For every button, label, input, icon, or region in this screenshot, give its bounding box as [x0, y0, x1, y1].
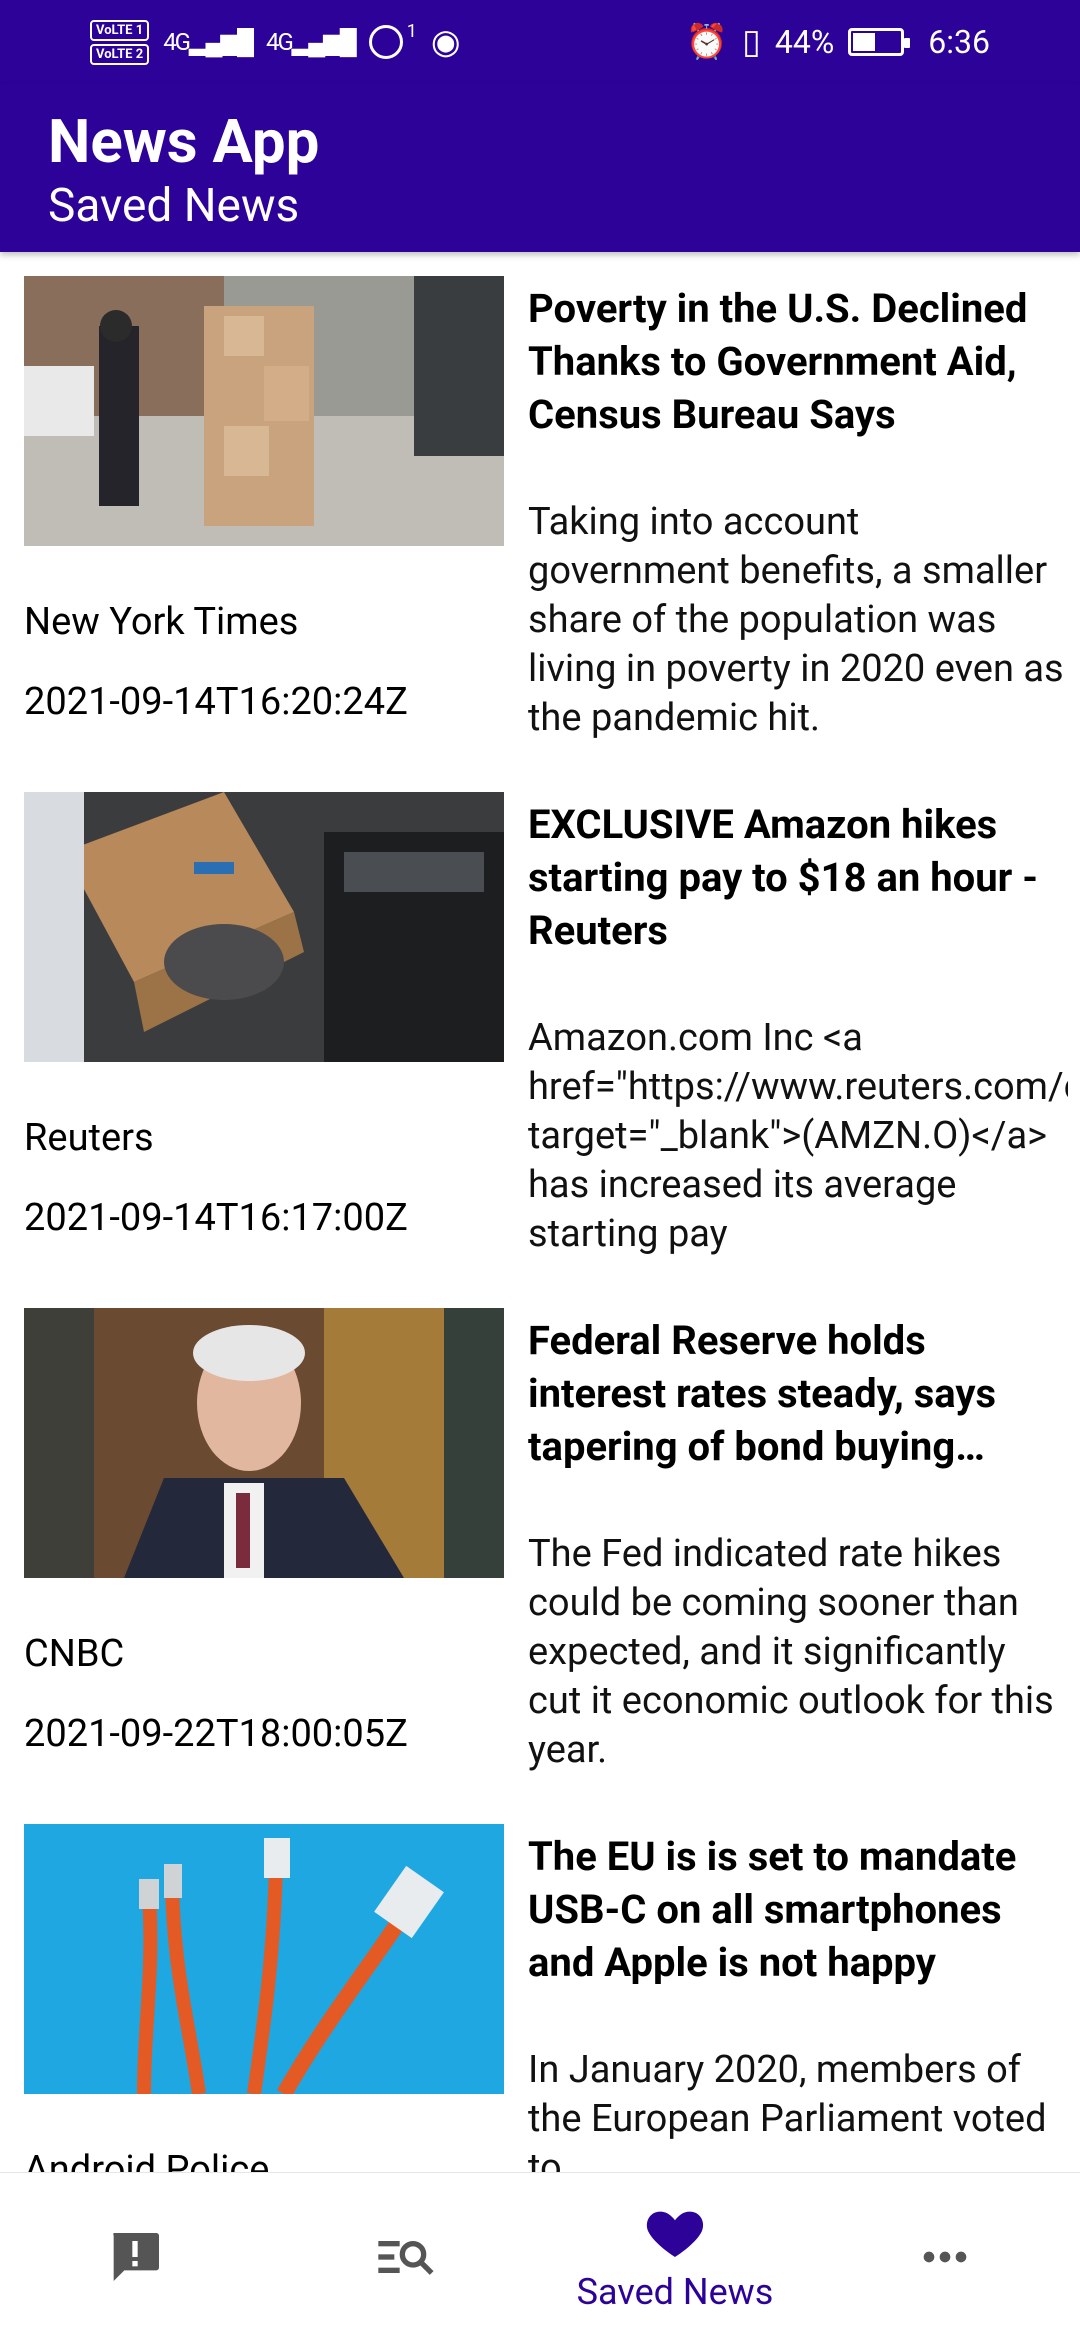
search-news-icon — [378, 2240, 434, 2275]
article-date: 2021-09-14T16:20:24Z — [24, 680, 408, 724]
article-description: The Fed indicated rate hikes could be co… — [528, 1532, 1054, 1772]
article-date: 2021-09-14T16:17:00Z — [24, 1196, 408, 1240]
clock: 6:36 — [928, 23, 990, 61]
saved-news-list[interactable]: Poverty in the U.S. Declined Thanks to G… — [0, 252, 1080, 2172]
nav-more[interactable] — [810, 2173, 1080, 2340]
article-title[interactable]: Poverty in the U.S. Declined Thanks to G… — [528, 282, 1058, 442]
article-thumbnail — [24, 1824, 504, 2094]
article-description: Amazon.com Inc <a href="https://www.reut… — [528, 1016, 1068, 1256]
article-date: 2021-09-22T18:00:05Z — [24, 1712, 408, 1756]
article-thumbnail — [24, 276, 504, 546]
alarm-icon: ⏰ — [685, 22, 729, 62]
news-card[interactable]: Federal Reserve holds interest rates ste… — [0, 1284, 1080, 1800]
sim1-volte-badge: VoLTE 1 — [90, 19, 150, 41]
battery-percent: 44% — [774, 23, 835, 61]
article-thumbnail — [24, 1308, 504, 1578]
nav-search-news[interactable] — [270, 2173, 540, 2340]
status-right: ⏰ ▯ 44% 6:36 — [686, 22, 990, 62]
hotspot-icon — [368, 25, 403, 59]
nav-saved-news-label: Saved News — [576, 2270, 774, 2313]
breaking-news-icon — [113, 2232, 159, 2281]
status-left: VoLTE 1 VoLTE 2 4G▂▄▆█ 4G▂▄▆█ 1 ◉ — [90, 19, 461, 65]
article-source: Android Police — [24, 2148, 270, 2172]
screen-subtitle: Saved News — [48, 179, 300, 233]
article-source: New York Times — [24, 600, 299, 644]
app-bar: News App Saved News — [0, 84, 1080, 252]
signal-2-icon: 4G▂▄▆█ — [265, 27, 357, 56]
battery-icon — [848, 28, 911, 56]
article-thumbnail — [24, 792, 504, 1062]
article-description: Taking into account government benefits,… — [528, 500, 1064, 740]
bottom-navigation: Saved News — [0, 2172, 1080, 2340]
news-card[interactable]: Poverty in the U.S. Declined Thanks to G… — [0, 252, 1080, 768]
network-1-label: 4G — [163, 27, 191, 56]
article-title[interactable]: The EU is is set to mandate USB-C on all… — [528, 1830, 1058, 1990]
battery-fill — [853, 33, 876, 51]
app-title: News App — [48, 106, 320, 177]
status-bar: VoLTE 1 VoLTE 2 4G▂▄▆█ 4G▂▄▆█ 1 ◉ ⏰ ▯ 44… — [0, 0, 1080, 84]
article-source: CNBC — [24, 1632, 125, 1676]
network-2-label: 4G — [265, 27, 294, 56]
more-icon — [923, 2251, 967, 2262]
volte-indicators: VoLTE 1 VoLTE 2 — [90, 19, 150, 65]
vibrate-icon: ▯ — [742, 22, 761, 62]
news-card[interactable]: EXCLUSIVE Amazon hikes starting pay to $… — [0, 768, 1080, 1284]
heart-icon — [646, 2211, 704, 2257]
article-description: In January 2020, members of the European… — [528, 2048, 1047, 2172]
sim2-volte-badge: VoLTE 2 — [90, 43, 150, 65]
nav-saved-news[interactable]: Saved News — [540, 2173, 810, 2340]
signal-1-icon: 4G▂▄▆█ — [163, 27, 254, 56]
article-title[interactable]: Federal Reserve holds interest rates ste… — [528, 1314, 1058, 1474]
nav-breaking-news[interactable] — [0, 2173, 270, 2340]
article-title[interactable]: EXCLUSIVE Amazon hikes starting pay to $… — [528, 798, 1058, 958]
hotspot-count: 1 — [406, 20, 417, 42]
article-source: Reuters — [24, 1116, 154, 1160]
news-card[interactable]: The EU is is set to mandate USB-C on all… — [0, 1800, 1080, 2172]
eye-comfort-icon: ◉ — [430, 22, 461, 62]
